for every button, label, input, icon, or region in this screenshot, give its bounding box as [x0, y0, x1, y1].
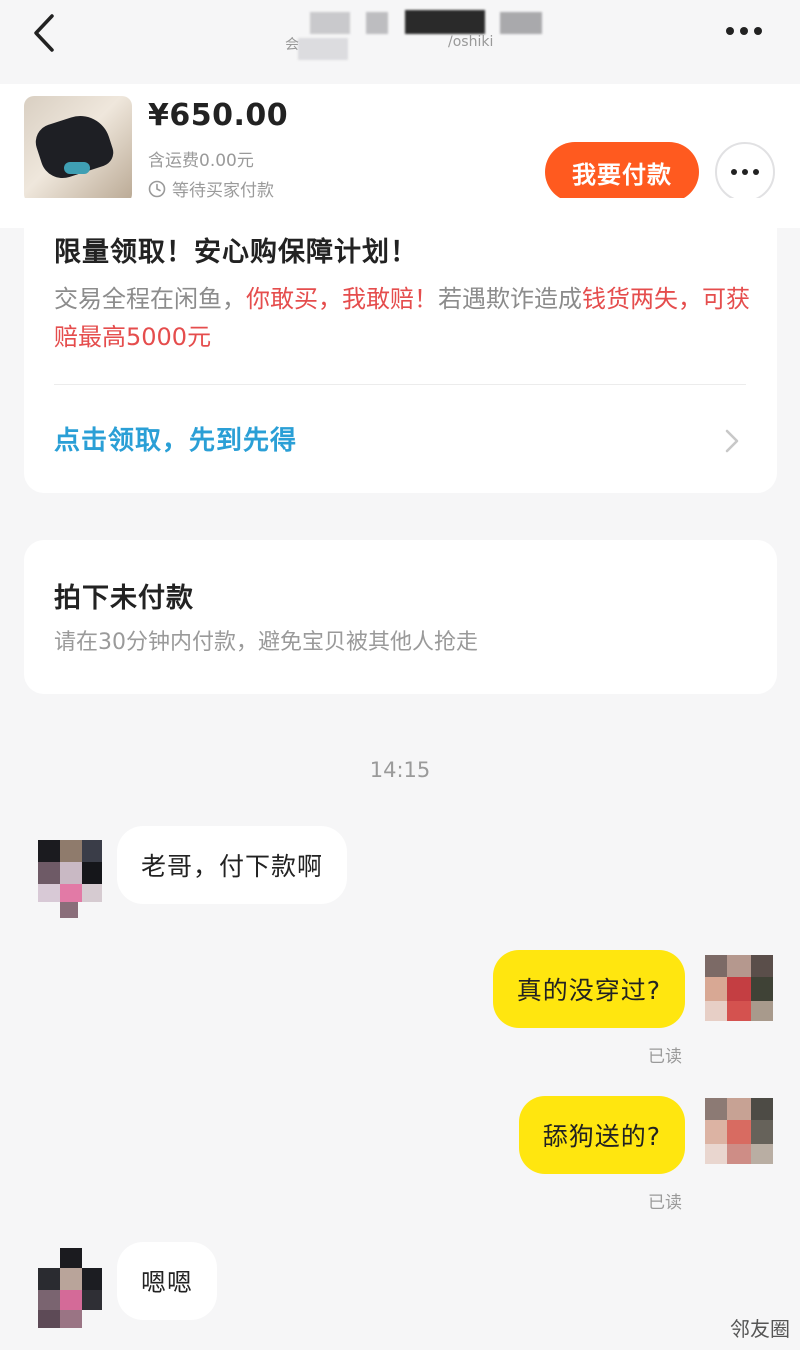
- unpaid-title: 拍下未付款: [54, 583, 194, 614]
- read-receipt: 已读: [648, 1047, 682, 1067]
- product-more-button[interactable]: [715, 142, 775, 202]
- header-subtitle-left: 会: [285, 37, 299, 53]
- avatar-buyer[interactable]: [705, 1098, 775, 1178]
- blurred-username: [366, 12, 388, 34]
- more-horizontal-icon: [726, 27, 734, 35]
- divider: [54, 384, 746, 385]
- protection-highlight: 你敢买，我敢赔！: [246, 285, 438, 313]
- header-subtitle-right: /oshiki: [448, 34, 494, 50]
- back-button[interactable]: [22, 10, 68, 56]
- product-thumbnail[interactable]: [24, 96, 132, 204]
- watermark-text: 邻友圈: [730, 1317, 790, 1341]
- avatar-seller[interactable]: [38, 840, 102, 920]
- chevron-right-icon[interactable]: [723, 428, 741, 454]
- protection-text: 若遇欺诈造成: [438, 285, 582, 313]
- protection-title: 限量领取！安心购保障计划！: [54, 237, 418, 268]
- protection-text: 交易全程在闲鱼，: [54, 285, 246, 313]
- top-nav-bar: 会 /oshiki: [0, 0, 800, 80]
- avatar-seller[interactable]: [38, 1248, 102, 1330]
- blurred-username: [500, 12, 542, 34]
- blurred-subtitle: [298, 38, 348, 60]
- unpaid-notice-card: 拍下未付款 请在30分钟内付款，避免宝贝被其他人抢走: [24, 540, 777, 694]
- clock-icon: [148, 180, 166, 197]
- blurred-username: [405, 10, 485, 34]
- avatar-buyer[interactable]: [705, 955, 775, 1035]
- read-receipt: 已读: [648, 1193, 682, 1213]
- unpaid-description: 请在30分钟内付款，避免宝贝被其他人抢走: [54, 630, 478, 655]
- chat-timestamp: 14:15: [369, 758, 431, 782]
- product-price: ¥650.00: [148, 98, 289, 133]
- chat-message-sent[interactable]: 真的没穿过?: [492, 950, 685, 1028]
- chat-message-received[interactable]: 老哥，付下款啊: [117, 826, 348, 904]
- pay-button[interactable]: 我要付款: [545, 142, 699, 202]
- more-horizontal-icon: [731, 169, 737, 175]
- blurred-username: [310, 12, 350, 34]
- chat-message-received[interactable]: 嗯嗯: [117, 1242, 218, 1320]
- more-options-button[interactable]: [726, 14, 774, 48]
- shipping-fee: 含运费0.00元: [148, 151, 254, 171]
- protection-description: 交易全程在闲鱼，你敢买，我敢赔！若遇欺诈造成钱货两失，可获赔最高5000元: [54, 280, 754, 356]
- chevron-left-icon: [34, 14, 54, 52]
- chat-message-sent[interactable]: 舔狗送的?: [518, 1096, 685, 1174]
- protection-plan-card: 限量领取！安心购保障计划！ 交易全程在闲鱼，你敢买，我敢赔！若遇欺诈造成钱货两失…: [24, 198, 777, 493]
- claim-link[interactable]: 点击领取，先到先得: [54, 420, 297, 457]
